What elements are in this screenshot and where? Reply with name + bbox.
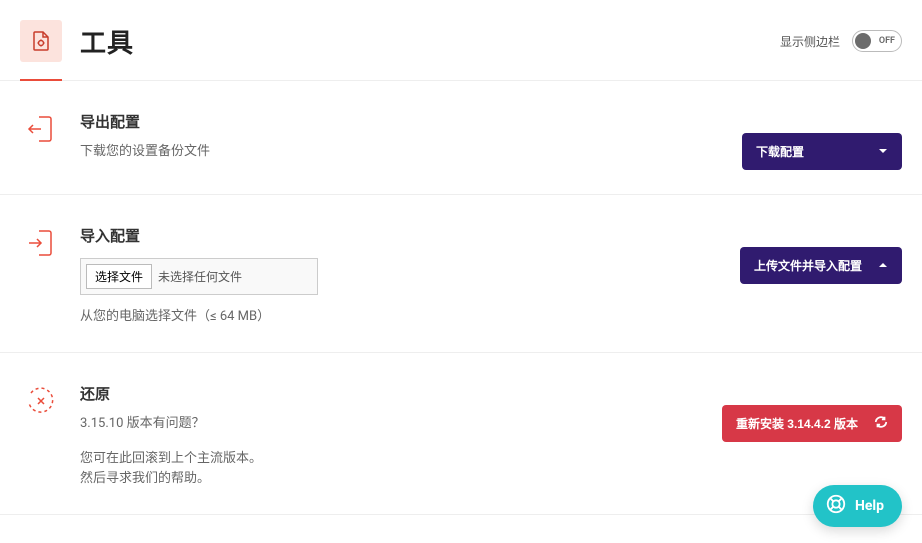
upload-import-button[interactable]: 上传文件并导入配置 [740, 247, 902, 284]
restore-line1: 3.15.10 版本有问题？ [80, 414, 704, 435]
tools-icon [20, 20, 62, 62]
import-icon [20, 225, 62, 328]
import-section: 导入配置 选择文件 未选择任何文件 从您的电脑选择文件（≤ 64 MB） 上传文… [0, 195, 922, 353]
export-title: 导出配置 [80, 111, 724, 132]
file-status-text: 未选择任何文件 [158, 268, 312, 285]
help-label: Help [855, 498, 884, 514]
file-input-row: 选择文件 未选择任何文件 [80, 258, 318, 295]
choose-file-button[interactable]: 选择文件 [86, 264, 152, 289]
export-action: 下载配置 [742, 111, 902, 170]
restore-body: 还原 3.15.10 版本有问题？ 您可在此回滚到上个主流版本。 然后寻求我们的… [80, 383, 704, 490]
export-section: 导出配置 下载您的设置备份文件 下载配置 [0, 81, 922, 195]
import-body: 导入配置 选择文件 未选择任何文件 从您的电脑选择文件（≤ 64 MB） [80, 225, 722, 328]
restore-title: 还原 [80, 383, 704, 404]
restore-action: 重新安装 3.14.4.2 版本 [722, 383, 902, 490]
upload-import-label: 上传文件并导入配置 [754, 257, 862, 274]
export-desc: 下载您的设置备份文件 [80, 142, 724, 163]
import-action: 上传文件并导入配置 [740, 225, 902, 328]
toggle-state-text: OFF [879, 36, 895, 46]
sidebar-toggle[interactable]: OFF [852, 30, 902, 52]
chevron-down-icon [878, 145, 888, 159]
toggle-knob [855, 33, 871, 49]
restore-line2: 您可在此回滚到上个主流版本。 [80, 449, 704, 470]
header-right: 显示侧边栏 OFF [780, 30, 902, 52]
restore-icon [20, 383, 62, 490]
help-widget[interactable]: Help [813, 485, 902, 527]
export-icon [20, 111, 62, 170]
header-underline [20, 79, 62, 81]
download-config-button[interactable]: 下载配置 [742, 133, 902, 170]
restore-section: 还原 3.15.10 版本有问题？ 您可在此回滚到上个主流版本。 然后寻求我们的… [0, 353, 922, 515]
refresh-icon [874, 415, 888, 432]
reinstall-button[interactable]: 重新安装 3.14.4.2 版本 [722, 405, 902, 442]
export-body: 导出配置 下载您的设置备份文件 [80, 111, 724, 170]
import-title: 导入配置 [80, 225, 722, 246]
restore-line3: 然后寻求我们的帮助。 [80, 469, 704, 490]
download-config-label: 下载配置 [756, 143, 804, 160]
chevron-up-icon [878, 259, 888, 273]
header-left: 工具 [20, 20, 134, 62]
page-header: 工具 显示侧边栏 OFF [0, 0, 922, 81]
import-hint: 从您的电脑选择文件（≤ 64 MB） [80, 307, 722, 328]
lifebuoy-icon [825, 493, 847, 519]
page-title: 工具 [80, 23, 134, 60]
sidebar-toggle-label: 显示侧边栏 [780, 33, 840, 50]
reinstall-label: 重新安装 3.14.4.2 版本 [736, 415, 858, 432]
